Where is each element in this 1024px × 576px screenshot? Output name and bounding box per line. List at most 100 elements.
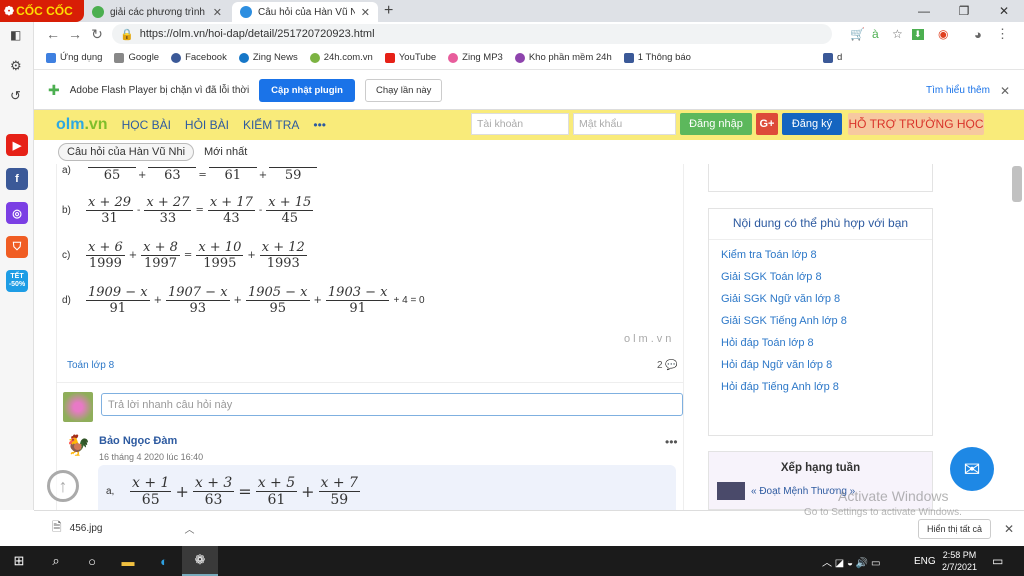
forward-icon[interactable]: →	[64, 26, 86, 42]
search-icon[interactable]: ⌕	[38, 546, 74, 576]
tab-giai-phuong-trinh[interactable]: giải các phương trình sau ✕	[84, 2, 230, 22]
bookmark-d[interactable]: d	[822, 52, 842, 63]
bookmark-zingmp3[interactable]: Zing MP3	[448, 52, 503, 63]
bookmark-zingnews[interactable]: Zing News	[238, 52, 298, 63]
related-link[interactable]: Kiểm tra Toán lớp 8	[721, 244, 932, 266]
reload-icon[interactable]: ↻	[86, 26, 108, 43]
history-icon[interactable]: ↺	[10, 88, 21, 104]
coccoc-logo[interactable]: ❁ CỐC CỐC	[0, 0, 84, 22]
close-icon[interactable]: ✕	[1004, 522, 1014, 536]
learn-more-link[interactable]: Tìm hiểu thêm	[926, 85, 990, 96]
system-tray-icons[interactable]: ︿ ◪ ◒ 🔊 ▭	[822, 554, 881, 569]
run-once-button[interactable]: Chạy lần này	[364, 79, 443, 102]
bookmark-24h[interactable]: 24h.com.vn	[309, 52, 373, 63]
bookmark-apps[interactable]: Ứng dụng	[46, 52, 102, 63]
more-options-icon[interactable]: •••	[665, 435, 678, 449]
related-link[interactable]: Giải SGK Ngữ văn lớp 8	[721, 288, 932, 310]
clock[interactable]: 2:58 PM 2/7/2021	[942, 549, 977, 573]
language-indicator[interactable]: ENG	[914, 556, 936, 567]
bookmark-youtube[interactable]: YouTube	[384, 52, 436, 63]
facebook-icon[interactable]: f	[6, 168, 28, 190]
numerator: x + 15	[266, 195, 314, 211]
register-button[interactable]: Đăng ký	[782, 113, 842, 135]
window-close-icon[interactable]: ✕	[984, 0, 1024, 22]
related-link[interactable]: Hỏi đáp Ngữ văn lớp 8	[721, 354, 932, 376]
fraction: x + 1 65	[130, 475, 172, 508]
back-icon[interactable]: ←	[42, 26, 64, 42]
extension-icon[interactable]: ◉	[938, 27, 948, 41]
fraction: x + 12 1993	[259, 240, 307, 271]
answer-author[interactable]: Bảo Ngọc Đàm	[99, 435, 177, 447]
close-icon[interactable]: ✕	[213, 6, 222, 19]
google-plus-button[interactable]: G+	[756, 113, 778, 135]
url-field[interactable]: 🔒 https://olm.vn/hoi-dap/detail/25172072…	[112, 24, 832, 44]
subject-tag[interactable]: Toán lớp 8	[67, 360, 114, 371]
bookmark-google[interactable]: Google	[114, 52, 159, 63]
star-icon[interactable]: ☆	[892, 27, 903, 41]
edge-icon[interactable]: ◐	[146, 546, 182, 576]
related-link[interactable]: Giải SGK Toán lớp 8	[721, 266, 932, 288]
restore-icon[interactable]: ❐	[944, 0, 984, 22]
password-input[interactable]: Mật khẩu	[573, 113, 676, 135]
denominator: 1999	[88, 256, 122, 271]
nav-more[interactable]: •••	[313, 118, 326, 132]
comment-count[interactable]: 2 💬	[657, 360, 678, 371]
related-link[interactable]: Hỏi đáp Tiếng Anh lớp 8	[721, 376, 932, 398]
file-explorer-icon[interactable]: ▬	[110, 546, 146, 576]
translate-icon[interactable]: à	[872, 27, 879, 41]
instagram-icon[interactable]: ◎	[6, 202, 28, 224]
eq-denominator: 59	[269, 167, 318, 183]
profile-icon[interactable]: ◕	[974, 27, 982, 42]
tab-newest[interactable]: Mới nhất	[204, 146, 247, 158]
windows-start-icon[interactable]: ⊞	[0, 546, 38, 576]
shopee-icon[interactable]: ⛉	[6, 236, 28, 258]
eq-op: +	[175, 482, 189, 501]
show-all-button[interactable]: Hiển thị tất cả	[918, 518, 992, 539]
related-link[interactable]: Giải SGK Tiếng Anh lớp 8	[721, 310, 932, 332]
chevron-up-icon[interactable]: ︿	[184, 521, 194, 536]
download-icon[interactable]: ⬇	[912, 28, 924, 40]
reply-input[interactable]: Trả lời nhanh câu hỏi này	[101, 393, 683, 416]
update-plugin-button[interactable]: Cập nhật plugin	[259, 79, 355, 102]
menu-icon[interactable]: ⋮	[996, 26, 1009, 42]
comment-icon: 💬	[665, 360, 678, 371]
task-view-icon[interactable]: ○	[74, 546, 110, 576]
answer-equation: a, x + 1 65 + x + 3 63 = x + 5 61 + x + 7 59	[106, 475, 362, 508]
bookmark-thong-bao[interactable]: 1 Thông báo	[623, 52, 691, 63]
youtube-icon[interactable]: ▶	[6, 134, 28, 156]
sale-badge[interactable]: TẾT -50%	[6, 270, 28, 292]
bookmark-facebook[interactable]: Facebook	[171, 52, 227, 63]
eq-op: +	[247, 250, 256, 261]
activate-windows-title: Activate Windows	[838, 488, 949, 504]
scrollbar-thumb[interactable]	[1012, 166, 1022, 202]
ranking-title: Xếp hạng tuần	[780, 462, 861, 474]
nav-hoi-bai[interactable]: HỎI BÀI	[185, 118, 229, 132]
nav-kiem-tra[interactable]: KIỂM TRA	[243, 118, 299, 132]
bookmark-kho-phan-mem[interactable]: Kho phần mềm 24h	[514, 52, 612, 63]
tab-question[interactable]: Câu hỏi của Hàn Vũ Nhi	[58, 143, 195, 161]
nav-hoc-bai[interactable]: HỌC BÀI	[122, 118, 171, 132]
close-icon[interactable]: ✕	[1000, 84, 1010, 98]
olm-watermark: olm.vn	[624, 333, 675, 345]
sidebar-toggle-icon[interactable]: ◧	[10, 28, 21, 42]
minimize-icon[interactable]: —	[904, 0, 944, 22]
account-input[interactable]: Tài khoản	[471, 113, 569, 135]
question-tabs: Câu hỏi của Hàn Vũ Nhi Mới nhất	[34, 140, 1024, 164]
new-tab-plus-icon[interactable]: +	[384, 2, 393, 20]
olm-logo[interactable]: olm.vn	[56, 116, 108, 134]
related-link[interactable]: Hỏi đáp Toán lớp 8	[721, 332, 932, 354]
cart-icon[interactable]: 🛒	[850, 27, 865, 41]
gear-icon[interactable]: ⚙	[10, 58, 22, 74]
eq-label: a,	[106, 486, 115, 497]
close-icon[interactable]: ✕	[361, 6, 370, 19]
download-file[interactable]: 456.jpg	[70, 523, 103, 534]
school-support-button[interactable]: HỖ TRỢ TRƯỜNG HỌC	[848, 113, 984, 135]
scroll-top-icon[interactable]: ↑	[47, 470, 79, 502]
tab-cau-hoi[interactable]: Câu hỏi của Hàn Vũ Nhi ✕	[232, 2, 378, 22]
messenger-icon[interactable]: ✉	[950, 447, 994, 491]
coccoc-taskbar-icon[interactable]: ❁	[182, 546, 218, 576]
numerator: x + 5	[255, 475, 298, 492]
eq-denominator: 63	[148, 167, 197, 183]
login-button[interactable]: Đăng nhập	[680, 113, 752, 135]
notification-icon[interactable]: ▭	[992, 554, 1003, 568]
